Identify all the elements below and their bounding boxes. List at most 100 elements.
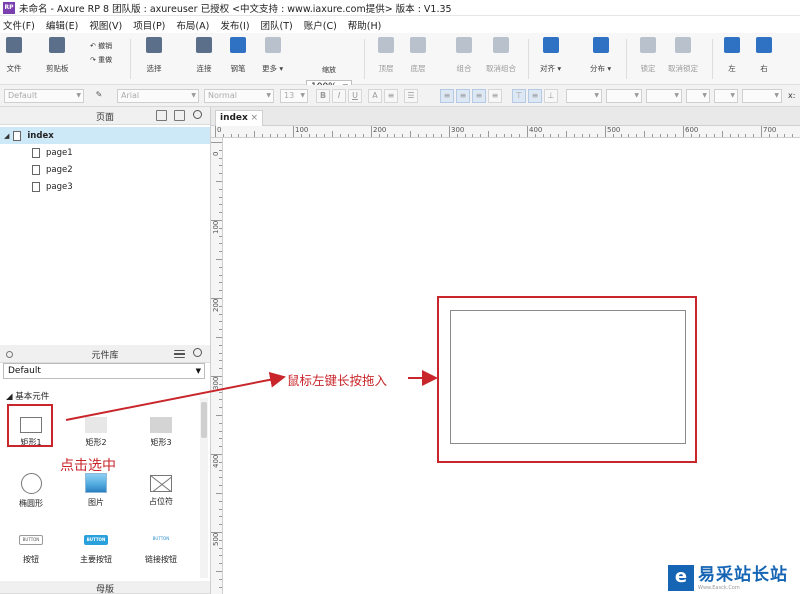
shadow-select[interactable]: ▼	[606, 89, 642, 103]
ruler-tick	[219, 165, 222, 167]
ruler-tick	[519, 134, 521, 137]
file-button[interactable]: 文件	[6, 37, 22, 74]
align-button[interactable]: 对齐 ▾	[540, 37, 561, 74]
ruler-tick	[215, 126, 216, 137]
library-select[interactable]: Default ▼	[3, 363, 205, 379]
menu-edit[interactable]: 编辑(E)	[46, 18, 78, 32]
undo-button[interactable]: ↶ 撤销	[90, 41, 112, 51]
add-folder-icon[interactable]	[174, 110, 185, 121]
ruler-tick	[219, 391, 222, 393]
menu-arrange[interactable]: 布局(A)	[176, 18, 209, 32]
font-color-button[interactable]: A	[368, 89, 382, 103]
font-weight-select[interactable]: Normal ▼	[204, 89, 274, 103]
widget-ellipse[interactable]: 椭圆形	[1, 473, 61, 509]
menu-project[interactable]: 项目(P)	[133, 18, 165, 32]
valign-top-button[interactable]: ⊤	[512, 89, 526, 103]
select-tool[interactable]: 选择	[146, 37, 162, 74]
tab-index[interactable]: index ×	[215, 110, 263, 126]
widget-link-button[interactable]: BUTTON 链接按钮	[131, 535, 191, 565]
valign-middle-button[interactable]: ≡	[528, 89, 542, 103]
ruler-tick	[745, 134, 747, 137]
redo-button[interactable]: ↷ 重做	[90, 55, 112, 65]
italic-button[interactable]: I	[332, 89, 346, 103]
bold-button[interactable]: B	[316, 89, 330, 103]
ruler-tick	[219, 204, 222, 206]
ruler-label: 200	[373, 126, 387, 134]
axure-logo-icon: RP	[3, 1, 15, 14]
canvas-rectangle-widget[interactable]	[450, 310, 686, 444]
widget-rectangle-3[interactable]: 矩形3	[131, 417, 191, 448]
page-item-page3[interactable]: page3	[0, 178, 210, 195]
widget-primary-button[interactable]: BUTTON 主要按钮	[66, 535, 126, 565]
line-style-select[interactable]: ▼	[714, 89, 738, 103]
ruler-tick	[219, 469, 222, 471]
send-to-back-button[interactable]: 底层	[410, 37, 426, 74]
ruler-tick	[219, 485, 222, 487]
widget-button[interactable]: BUTTON 按钮	[1, 535, 61, 565]
ruler-tick	[417, 134, 419, 137]
ruler-label: 0	[217, 126, 222, 134]
valign-bottom-button[interactable]: ⊥	[544, 89, 558, 103]
format-painter-icon[interactable]: ✎	[92, 89, 106, 103]
menu-publish[interactable]: 发布(I)	[220, 18, 249, 32]
placeholder-icon	[150, 475, 172, 492]
font-size-select[interactable]: 13 ▼	[280, 89, 308, 103]
pen-tool[interactable]: 钢笔	[230, 37, 246, 74]
ruler-tick	[219, 212, 222, 214]
align-right-button[interactable]: ≡	[472, 89, 486, 103]
fill-color-select[interactable]: ▼	[566, 89, 602, 103]
close-icon[interactable]: ×	[250, 111, 258, 125]
widget-image[interactable]: 图片	[66, 473, 126, 508]
clipboard-button[interactable]: 剪贴板	[46, 37, 69, 74]
align-center-button[interactable]: ≡	[456, 89, 470, 103]
ruler-tick	[456, 134, 458, 137]
library-scrollbar[interactable]	[200, 398, 208, 578]
connector-icon	[196, 37, 212, 53]
search-icon[interactable]	[193, 348, 202, 357]
ruler-tick	[659, 134, 661, 137]
ruler-tick	[566, 131, 567, 137]
unlock-button[interactable]: 取消锁定	[668, 37, 698, 74]
menu-team[interactable]: 团队(T)	[261, 18, 293, 32]
bullet-list-button[interactable]: ≡	[384, 89, 398, 103]
line-color-select[interactable]: ▼	[646, 89, 682, 103]
connect-tool[interactable]: 连接	[196, 37, 212, 74]
ruler-tick	[371, 126, 372, 137]
ruler-tick	[219, 282, 222, 284]
bring-to-front-button[interactable]: 顶层	[378, 37, 394, 74]
widget-rectangle-2[interactable]: 矩形2	[66, 417, 126, 448]
distribute-button[interactable]: 分布 ▾	[590, 37, 611, 74]
add-page-icon[interactable]	[156, 110, 167, 121]
category-basic-widgets[interactable]: ◢ 基本元件	[6, 390, 49, 402]
ruler-tick	[581, 134, 583, 137]
menu-help[interactable]: 帮助(H)	[348, 18, 382, 32]
search-icon[interactable]	[193, 110, 202, 119]
style-select[interactable]: Default ▼	[4, 89, 84, 103]
arrow-style-select[interactable]: ▼	[742, 89, 782, 103]
menu-view[interactable]: 视图(V)	[89, 18, 122, 32]
align-justify-button[interactable]: ≡	[488, 89, 502, 103]
page-item-page2[interactable]: page2	[0, 161, 210, 178]
font-select[interactable]: Arial ▼	[117, 89, 199, 103]
widget-placeholder[interactable]: 占位符	[131, 475, 191, 507]
ruler-tick	[219, 329, 222, 331]
ungroup-button[interactable]: 取消组合	[486, 37, 516, 74]
align-left-button[interactable]: ≡	[440, 89, 454, 103]
menu-file[interactable]: 文件(F)	[3, 18, 35, 32]
left-panel-toggle[interactable]: 左	[724, 37, 740, 74]
menu-account[interactable]: 账户(C)	[304, 18, 337, 32]
lock-button[interactable]: 锁定	[640, 37, 656, 74]
right-panel-toggle[interactable]: 右	[756, 37, 772, 74]
editor-tab-bar: index ×	[211, 107, 800, 126]
list-button[interactable]: ☰	[404, 89, 418, 103]
page-item-page1[interactable]: page1	[0, 144, 210, 161]
menu-icon[interactable]	[174, 350, 185, 358]
group-button[interactable]: 组合	[456, 37, 472, 74]
scrollbar-thumb[interactable]	[201, 402, 207, 438]
page-item-index[interactable]: ◢ index	[0, 127, 210, 144]
underline-button[interactable]: U	[348, 89, 362, 103]
more-tools-button[interactable]: 更多 ▾	[262, 37, 283, 74]
annotation-drag-in: 鼠标左键长按拖入	[287, 373, 388, 388]
ruler-tick	[441, 134, 443, 137]
line-width-select[interactable]: ▼	[686, 89, 710, 103]
